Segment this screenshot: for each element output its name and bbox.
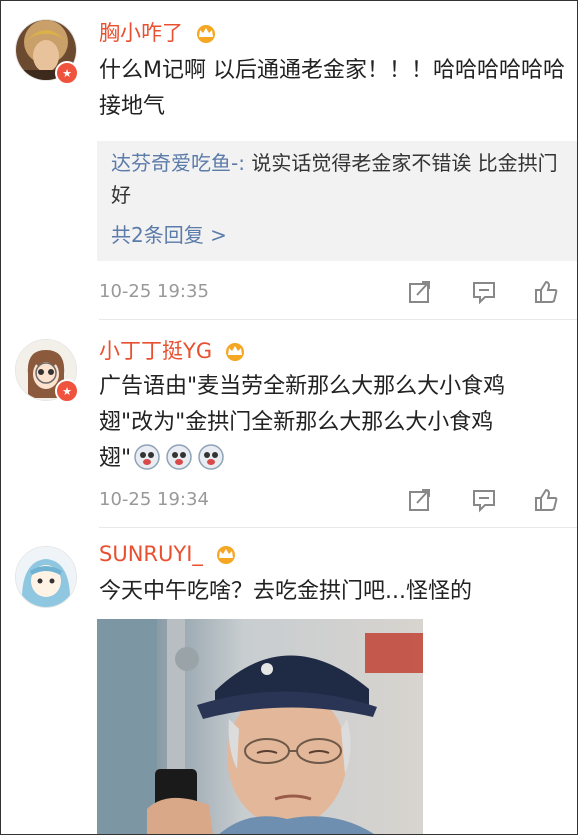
thumbs-up-icon[interactable] [533,487,559,513]
comment-text: 广告语由"麦当劳全新那么大那么大小食鸡 翅"改为"金拱门全新那么大那么大小食鸡 … [99,369,569,477]
comment-icon[interactable] [471,487,497,513]
comment-text-line-emoji: 翅" [99,441,569,477]
thumbs-up-icon[interactable] [533,279,559,305]
vip-star-icon: ★ [55,61,79,85]
crown-badge-icon [225,343,244,361]
doge-emoji-icon [166,444,192,470]
comment-text-line: 翅"改为"金拱门全新那么大那么大小食鸡 [99,410,494,435]
username[interactable]: 胸小咋了 [99,21,218,45]
comment-item: ★ 小丁丁挺YG 广告语由"麦当劳全新那么大那么大小食鸡 翅"改为"金拱门全新那… [1,321,577,528]
username-text: 胸小咋了 [99,21,183,45]
timestamp: 10-25 19:35 [99,281,209,302]
comment-text: 什么M记啊 以后通通老金家！！！哈哈哈哈哈哈接地气 [99,58,565,119]
emoji-row [133,443,225,471]
comment-image[interactable] [97,619,423,834]
username-text: SUNRUYI_ [99,542,203,566]
reply-username[interactable]: 达芬奇爱吃鱼-: [111,151,245,175]
comment-text-fragment: 翅" [99,446,132,471]
comment-item: ★ 胸小咋了 什么M记啊 以后通通老金家！！！哈哈哈哈哈哈接地气 达芬奇爱吃鱼-… [1,1,577,321]
divider [99,319,577,320]
reply-box[interactable]: 达芬奇爱吃鱼-: 说实话觉得老金家不错诶 比金拱门好 共2条回复 > [97,141,577,261]
view-replies-link[interactable]: 共2条回复 > [111,219,565,251]
avatar[interactable] [15,546,77,608]
reply-line: 达芬奇爱吃鱼-: 说实话觉得老金家不错诶 比金拱门好 [111,147,565,211]
timestamp: 10-25 19:34 [99,489,209,510]
comment-meta: 10-25 19:35 [99,277,569,307]
doge-emoji-icon [134,444,160,470]
comment-feed: ★ 胸小咋了 什么M记啊 以后通通老金家！！！哈哈哈哈哈哈接地气 达芬奇爱吃鱼-… [0,0,578,835]
username[interactable]: SUNRUYI_ [99,542,238,566]
comment-text: 今天中午吃啥？去吃金拱门吧...怪怪的 [99,579,472,604]
username-text: 小丁丁挺YG [99,339,213,363]
vip-star-icon: ★ [55,379,79,403]
comment-icon[interactable] [471,279,497,305]
doge-emoji-icon [198,444,224,470]
crown-badge-icon [216,546,235,564]
crown-badge-icon [196,25,215,43]
repost-icon[interactable] [407,487,433,513]
comment-text-line: 广告语由"麦当劳全新那么大那么大小食鸡 [99,374,506,399]
comment-meta: 10-25 19:34 [99,485,569,515]
repost-icon[interactable] [407,279,433,305]
username[interactable]: 小丁丁挺YG [99,339,247,363]
